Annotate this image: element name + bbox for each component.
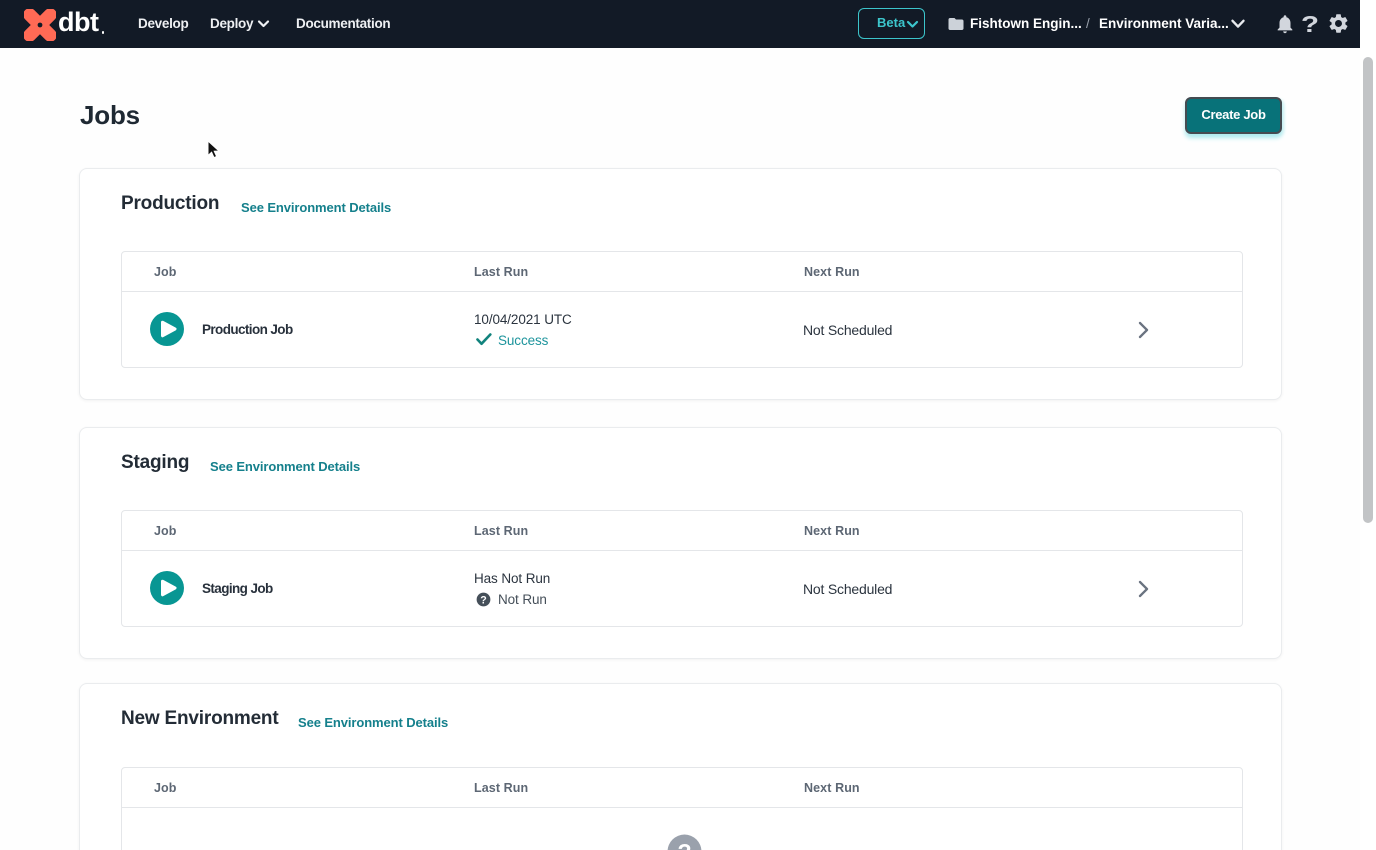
svg-text:?: ? (677, 839, 691, 850)
svg-text:?: ? (480, 594, 486, 606)
